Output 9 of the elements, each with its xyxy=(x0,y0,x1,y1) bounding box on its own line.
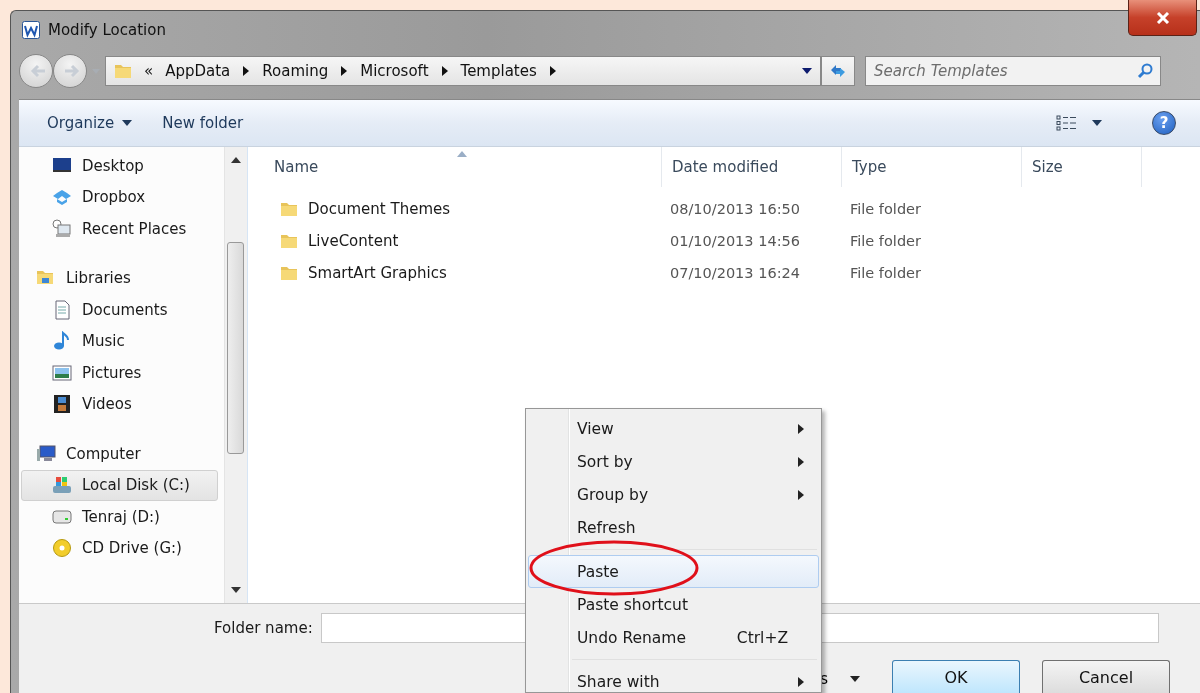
type-cell-text: File folder xyxy=(849,200,922,219)
folder-name-label: Folder name: xyxy=(214,619,313,637)
date-cell-text: 01/10/2013 14:56 xyxy=(669,232,801,251)
date-cell-text: 08/10/2013 16:50 xyxy=(669,200,801,219)
window-title: Modify Location xyxy=(48,21,166,39)
type-cell-text: File folder xyxy=(849,264,922,283)
date-cell-text: 07/10/2013 16:24 xyxy=(669,264,801,283)
type-cell-text: File folder xyxy=(849,232,922,251)
shortcut-text: Ctrl+Z xyxy=(736,628,788,647)
